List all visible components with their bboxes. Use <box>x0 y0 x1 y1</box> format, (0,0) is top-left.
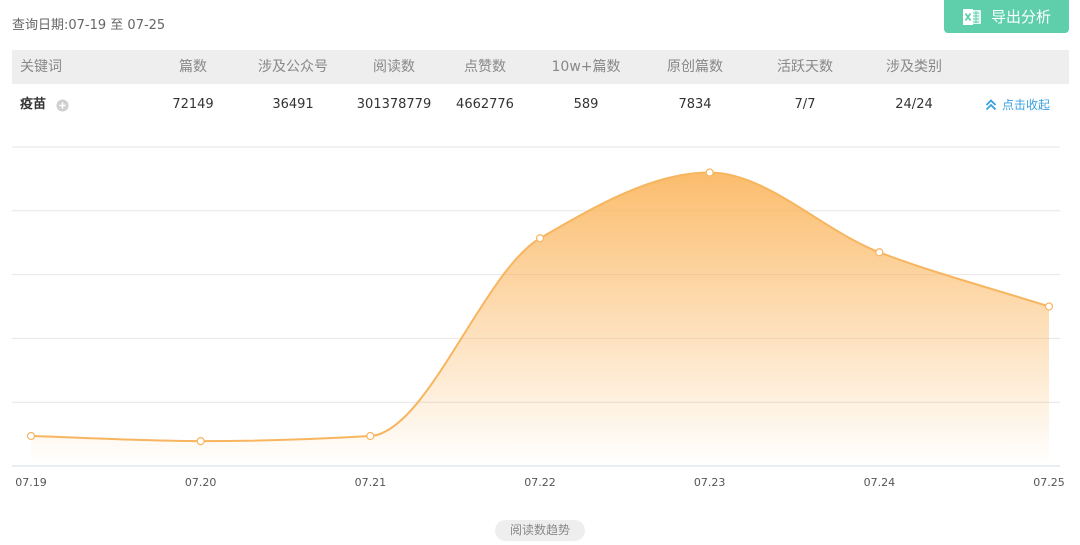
x-tick-label: 07.22 <box>524 476 556 489</box>
data-point[interactable] <box>705 168 714 177</box>
x-tick-label: 07.19 <box>15 476 47 489</box>
x-tick-label: 07.21 <box>355 476 387 489</box>
data-point[interactable] <box>366 431 375 441</box>
area-fill <box>31 172 1049 466</box>
data-point[interactable] <box>875 248 884 257</box>
data-point[interactable] <box>196 437 205 446</box>
x-tick-label: 07.25 <box>1033 476 1065 489</box>
data-point[interactable] <box>26 431 36 441</box>
x-tick-label: 07.20 <box>185 476 217 489</box>
chart-title-tab[interactable]: 阅读数趋势 <box>495 520 585 541</box>
x-tick-label: 07.24 <box>864 476 896 489</box>
reads-trend-chart: 07.19 07.20 07.21 07.22 07.23 07.24 07.25 <box>12 146 1065 489</box>
data-point[interactable] <box>535 234 545 243</box>
data-point[interactable] <box>1044 302 1054 311</box>
x-tick-label: 07.23 <box>694 476 726 489</box>
